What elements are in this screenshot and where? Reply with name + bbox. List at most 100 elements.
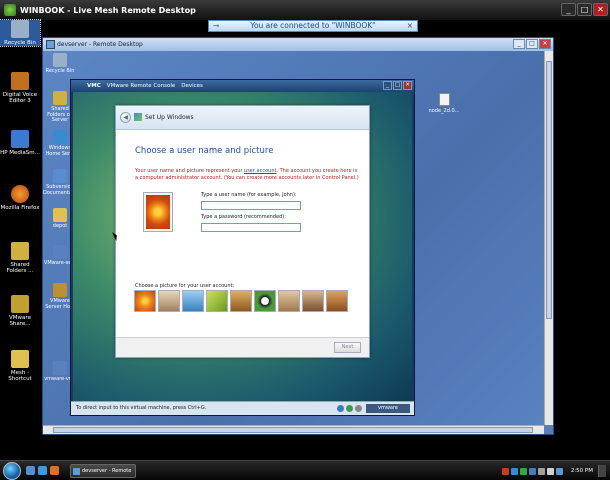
- clock[interactable]: 2:50 PM: [571, 468, 593, 474]
- desktop-icon-hp-mediasmart[interactable]: HP MediaSm...: [0, 130, 40, 156]
- firefox-icon: [11, 185, 29, 203]
- live-mesh-icon: [4, 4, 16, 16]
- host-desktop: Recycle Bin Digital Voice Editor 3 HP Me…: [0, 19, 41, 460]
- soccer-picture[interactable]: [254, 290, 276, 312]
- scrollbar-thumb[interactable]: [53, 427, 533, 433]
- folder-icon: [11, 242, 29, 260]
- setup-body: Choose a user name and picture Your user…: [135, 146, 365, 182]
- rd-icon-recycle-bin[interactable]: Recycle Bin: [43, 53, 77, 75]
- desktop-icon-shared-folders[interactable]: Shared Folders ...: [0, 242, 40, 274]
- home-server-icon: [53, 130, 67, 144]
- next-button[interactable]: Next: [334, 342, 361, 353]
- remote-desktop-icon: [46, 40, 55, 49]
- flower-picture[interactable]: [134, 290, 156, 312]
- folder-icon: [53, 91, 67, 105]
- tray-icon-4[interactable]: [528, 467, 536, 475]
- show-desktop-button[interactable]: [598, 465, 606, 477]
- setup-footer: Next: [116, 337, 369, 357]
- folder-icon: [11, 350, 29, 368]
- window-title: WINBOOK - Live Mesh Remote Desktop: [20, 5, 196, 15]
- quick-launch: [26, 466, 59, 475]
- desktop-icon-vmware-share[interactable]: VMware Share...: [0, 295, 40, 327]
- vmc-minimize-button[interactable]: _: [383, 81, 392, 90]
- desktop-icon-label: HP MediaSm...: [0, 150, 40, 156]
- rd-close-button[interactable]: ✕: [539, 39, 551, 49]
- ie-icon[interactable]: [38, 466, 47, 475]
- rd-icon-label: node_2d.0...: [428, 108, 460, 114]
- setup-windows-dialog: ◀ Set Up Windows Choose a user name and …: [115, 105, 370, 358]
- desktop-icon-voice-editor[interactable]: Digital Voice Editor 3: [0, 72, 40, 104]
- rd-maximize-button[interactable]: □: [526, 39, 538, 49]
- pin-icon[interactable]: ⊸: [213, 21, 219, 31]
- tray-icon-3[interactable]: [519, 467, 527, 475]
- vmc-close-button[interactable]: ✕: [403, 81, 412, 90]
- horizontal-scrollbar[interactable]: [43, 425, 544, 434]
- tray-icon-2[interactable]: [510, 467, 518, 475]
- taskbar-item-label: devserver - Remote ...: [82, 468, 132, 474]
- rd-minimize-button[interactable]: _: [513, 39, 525, 49]
- network-icon[interactable]: [346, 405, 353, 412]
- vmc-app-name: VMC: [87, 83, 101, 89]
- setup-header: ◀ Set Up Windows: [116, 106, 369, 130]
- vmc-menu-devices[interactable]: Devices: [181, 83, 203, 89]
- desktop-icon-label: Digital Voice Editor 3: [2, 92, 38, 104]
- start-button[interactable]: [3, 462, 21, 480]
- device-icon[interactable]: [337, 405, 344, 412]
- vmware-server-icon: [53, 283, 67, 297]
- desktop-icon-label: Mesh - Shortcut: [8, 370, 32, 382]
- remote-window-title: devserver - Remote Desktop: [57, 41, 143, 48]
- desktop-icon-mesh-shortcut[interactable]: Mesh - Shortcut: [0, 350, 40, 382]
- system-tray: 2:50 PM: [501, 465, 606, 477]
- desktop-icon-label: Mozilla Firefox: [0, 205, 40, 211]
- vmc-menu-console[interactable]: VMware Remote Console: [107, 83, 175, 89]
- vmc-status-bar: To direct input to this virtual machine,…: [71, 401, 414, 415]
- hp-mediasmart-icon: [11, 130, 29, 148]
- vmc-titlebar: VMC VMware Remote Console Devices _ □ ✕: [71, 80, 414, 92]
- user-account-link[interactable]: user account: [244, 168, 276, 174]
- owl-picture[interactable]: [302, 290, 324, 312]
- firefox-icon[interactable]: [50, 466, 59, 475]
- username-label: Type a user name (for example, John):: [201, 192, 297, 198]
- tray-icon-1[interactable]: [501, 467, 509, 475]
- selected-user-picture: [143, 192, 173, 232]
- vmware-icon: [53, 245, 67, 259]
- taskbar: devserver - Remote ... 2:50 PM: [0, 460, 610, 480]
- bird-picture[interactable]: [182, 290, 204, 312]
- username-input[interactable]: [201, 201, 301, 210]
- guitar-picture[interactable]: [230, 290, 252, 312]
- cat-picture[interactable]: [326, 290, 348, 312]
- choose-picture-label: Choose a picture for your user account:: [135, 283, 235, 289]
- vmc-maximize-button[interactable]: □: [393, 81, 402, 90]
- voice-editor-icon: [11, 72, 29, 90]
- show-desktop-icon[interactable]: [26, 466, 35, 475]
- connection-banner[interactable]: ⊸ You are connected to "WINBOOK" ×: [208, 20, 418, 32]
- vertical-scrollbar[interactable]: [544, 51, 553, 425]
- leaves-picture[interactable]: [206, 290, 228, 312]
- close-button[interactable]: ✕: [593, 3, 608, 16]
- tray-icon-5[interactable]: [537, 467, 545, 475]
- flower-picture: [146, 195, 170, 229]
- robot-picture[interactable]: [158, 290, 180, 312]
- maximize-button[interactable]: □: [577, 3, 592, 16]
- desktop-icon-firefox[interactable]: Mozilla Firefox: [0, 185, 40, 211]
- remote-desktop-icon: [73, 468, 80, 475]
- rd-file-node[interactable]: node_2d.0...: [424, 93, 464, 114]
- recycle-bin-icon: [11, 20, 29, 38]
- rd-icon-label: Recycle Bin: [45, 68, 75, 74]
- volume-icon[interactable]: [546, 467, 554, 475]
- minimize-button[interactable]: _: [561, 3, 576, 16]
- back-arrow-icon[interactable]: ◀: [120, 112, 131, 123]
- password-input[interactable]: [201, 223, 301, 232]
- network-icon[interactable]: [555, 467, 563, 475]
- remote-desktop-titlebar: devserver - Remote Desktop _ □ ✕: [43, 38, 553, 51]
- dog-picture[interactable]: [278, 290, 300, 312]
- vmware-icon: [53, 361, 67, 375]
- banner-close-icon[interactable]: ×: [407, 21, 413, 31]
- disk-icon[interactable]: [355, 405, 362, 412]
- taskbar-item-remote-desktop[interactable]: devserver - Remote ...: [70, 464, 136, 478]
- scrollbar-thumb[interactable]: [546, 61, 552, 319]
- vmc-status-text: To direct input to this virtual machine,…: [76, 405, 207, 411]
- desktop-icon-recycle-bin[interactable]: Recycle Bin: [0, 19, 41, 47]
- folder-icon: [53, 208, 67, 222]
- setup-title: Set Up Windows: [145, 114, 194, 121]
